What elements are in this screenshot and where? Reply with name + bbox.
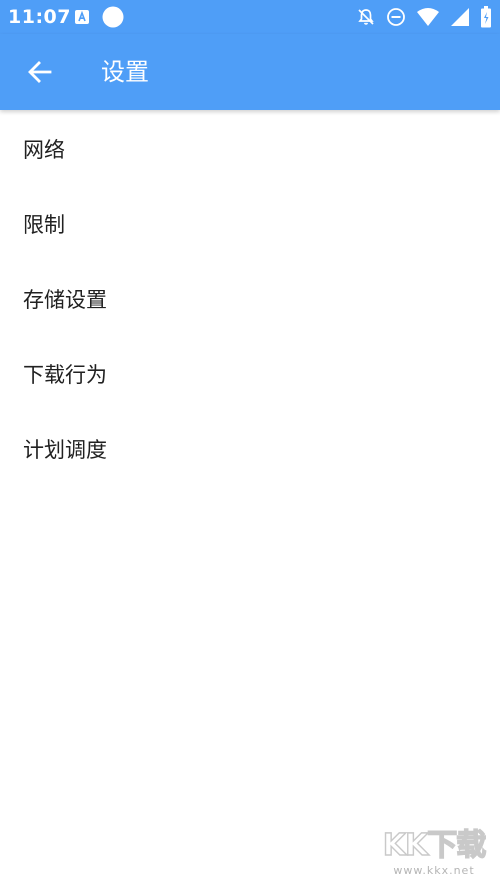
- settings-item-schedule[interactable]: 计划调度: [0, 411, 500, 486]
- settings-item-network[interactable]: 网络: [0, 111, 500, 186]
- battery-icon: [480, 6, 492, 28]
- settings-item-limits[interactable]: 限制: [0, 186, 500, 261]
- app-bar: 设置: [0, 34, 500, 110]
- circle-dot-icon: [102, 6, 124, 28]
- settings-item-label: 网络: [23, 137, 65, 162]
- settings-list: 网络 限制 存储设置 下载行为 计划调度: [0, 111, 500, 486]
- settings-item-label: 存储设置: [23, 287, 107, 312]
- watermark-logo: KK下载: [382, 827, 487, 863]
- status-bar: 11:07: [0, 0, 500, 34]
- watermark-url: www.kkx.net: [393, 864, 475, 877]
- settings-screen: 11:07 设置 网络 限制 存储设置 下载行为 计划调度 KK下载 www.k…: [0, 0, 500, 890]
- back-button[interactable]: [18, 50, 62, 94]
- arrow-left-icon: [27, 59, 53, 85]
- settings-item-label: 下载行为: [23, 362, 107, 387]
- wifi-icon: [416, 7, 440, 27]
- status-left-icons: [74, 6, 124, 28]
- do-not-disturb-icon: [386, 7, 406, 27]
- settings-item-label: 计划调度: [23, 437, 107, 462]
- settings-item-label: 限制: [23, 212, 65, 237]
- watermark: KK下载 www.kkx.net: [374, 827, 494, 888]
- status-right-icons: [356, 6, 492, 28]
- settings-item-download-behavior[interactable]: 下载行为: [0, 336, 500, 411]
- status-time: 11:07: [8, 6, 71, 28]
- page-title: 设置: [101, 58, 149, 86]
- signal-icon: [450, 7, 470, 27]
- settings-item-storage[interactable]: 存储设置: [0, 261, 500, 336]
- app-notification-icon: [74, 9, 90, 25]
- notifications-off-icon: [356, 7, 376, 27]
